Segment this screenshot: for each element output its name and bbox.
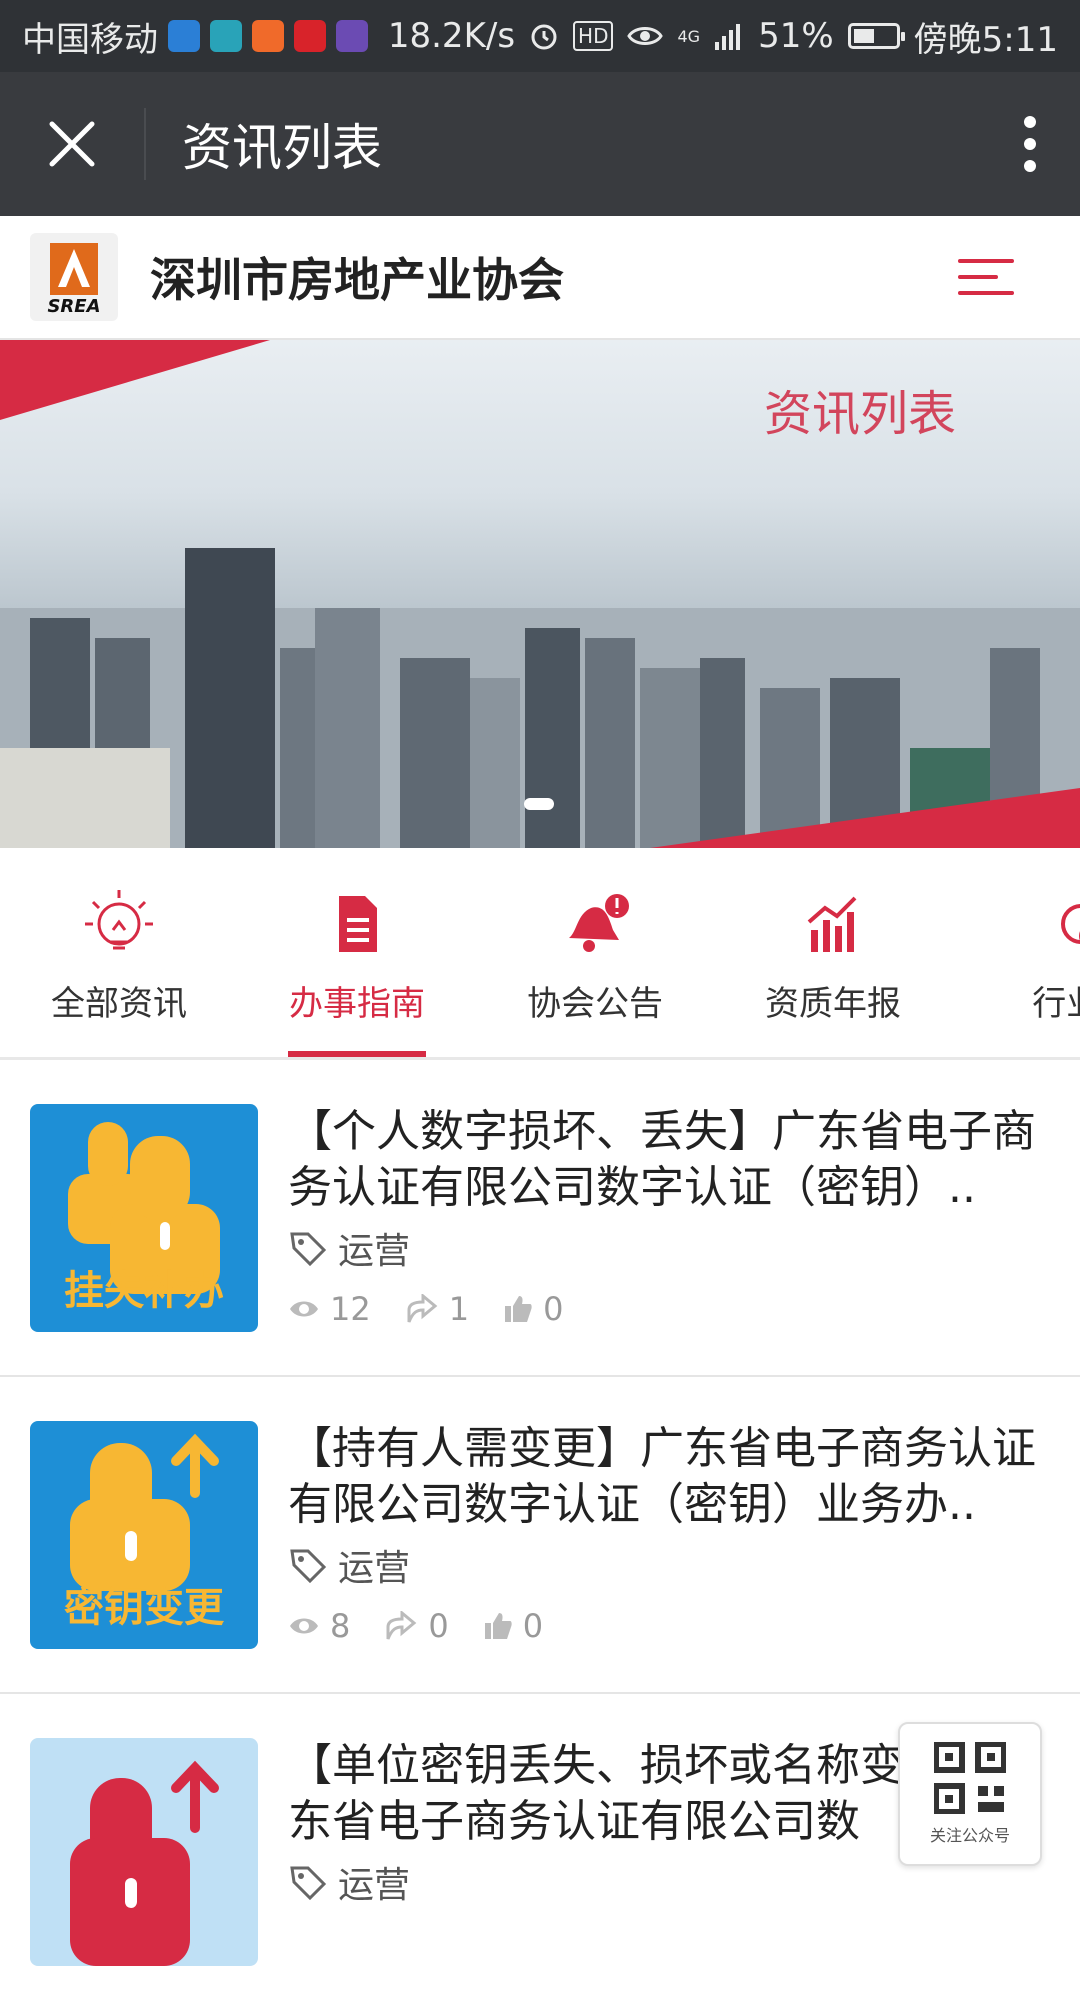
like-count: 0 bbox=[503, 1290, 563, 1328]
qr-code-icon bbox=[934, 1742, 1006, 1814]
signal-icon bbox=[715, 24, 741, 50]
article-tag[interactable]: 运营 bbox=[338, 1539, 410, 1591]
tab-label: 行业i bbox=[1032, 984, 1080, 1024]
site-header: SREA 深圳市房地产业协会 bbox=[0, 216, 1080, 340]
logo-mark bbox=[50, 243, 98, 295]
webview-title-bar: 资讯列表 bbox=[0, 72, 1080, 216]
article-thumbnail bbox=[30, 1738, 258, 1966]
follow-account-label: 关注公众号 bbox=[929, 1826, 1010, 1845]
follow-account-button[interactable]: 关注公众号 bbox=[898, 1722, 1042, 1866]
tmall-app-icon bbox=[294, 20, 326, 52]
tab-label: 办事指南 bbox=[289, 984, 425, 1024]
view-count: 8 bbox=[288, 1607, 350, 1645]
battery-icon bbox=[847, 23, 905, 49]
thumbnail-caption: 密钥变更 bbox=[64, 1585, 224, 1631]
like-count: 0 bbox=[483, 1607, 543, 1645]
article-tag[interactable]: 运营 bbox=[338, 1222, 410, 1274]
hamburger-menu-icon[interactable] bbox=[958, 257, 1014, 297]
site-logo[interactable]: SREA bbox=[30, 233, 118, 321]
lock-icon bbox=[70, 1760, 219, 1966]
category-tabs: 全部资讯 办事指南 协会公告 资质年报 行业i bbox=[0, 848, 1080, 1060]
shield-app-icon bbox=[168, 20, 200, 52]
eye-icon bbox=[627, 27, 664, 45]
close-icon bbox=[49, 121, 95, 167]
thumbnail-caption: 挂失补办 bbox=[64, 1268, 224, 1314]
eye-icon bbox=[290, 1301, 318, 1317]
more-dot bbox=[1024, 138, 1036, 150]
carousel-indicator[interactable] bbox=[524, 798, 554, 810]
thumbs-up-icon bbox=[505, 1296, 532, 1322]
share-icon bbox=[407, 1294, 438, 1323]
more-dot bbox=[1024, 160, 1036, 172]
more-options-button[interactable] bbox=[980, 72, 1080, 216]
eye-icon bbox=[290, 1618, 318, 1634]
article-tag[interactable]: 运营 bbox=[338, 1856, 410, 1908]
article-thumbnail: 挂失补办 bbox=[30, 1104, 258, 1332]
tab-label: 协会公告 bbox=[527, 984, 663, 1024]
alarm-icon bbox=[531, 24, 557, 50]
thumbs-up-icon bbox=[484, 1613, 512, 1639]
share-count: 1 bbox=[405, 1290, 469, 1328]
tab-announcements[interactable]: 协会公告 bbox=[476, 848, 714, 1057]
banner-corner-accent bbox=[0, 340, 270, 420]
network-type: 4G bbox=[677, 26, 701, 46]
tag-icon bbox=[290, 1232, 327, 1267]
battery-percent: 51% bbox=[758, 16, 834, 56]
view-count: 12 bbox=[288, 1290, 371, 1328]
network-speed: 18.2K/s bbox=[387, 16, 516, 56]
clock: 傍晚5:11 bbox=[913, 19, 1058, 60]
banner-title: 资讯列表 bbox=[763, 386, 956, 442]
tag-icon bbox=[290, 1549, 327, 1584]
chat-icon bbox=[1031, 884, 1080, 964]
article-title[interactable]: 【持有人需变更】广东省电子商务认证有限公司数字认证（密钥）业务办.. bbox=[288, 1421, 1050, 1533]
logo-text: SREA bbox=[47, 296, 101, 317]
article-list: 挂失补办 【个人数字损坏、丢失】广东省电子商务认证有限公司数字认证（密钥）.. … bbox=[0, 1060, 1080, 2011]
banner-corner-accent bbox=[650, 788, 1080, 848]
document-icon bbox=[317, 884, 397, 964]
bell-icon bbox=[555, 884, 635, 964]
share-count: 0 bbox=[384, 1607, 449, 1645]
title-divider bbox=[144, 108, 146, 180]
article-title[interactable]: 【个人数字损坏、丢失】广东省电子商务认证有限公司数字认证（密钥）.. bbox=[288, 1104, 1050, 1216]
share-icon bbox=[386, 1611, 417, 1640]
tab-label: 全部资讯 bbox=[51, 984, 187, 1024]
tag-icon bbox=[290, 1866, 327, 1901]
page-title: 资讯列表 bbox=[182, 119, 382, 177]
hd-badge: HD bbox=[573, 21, 614, 51]
site-name: 深圳市房地产业协会 bbox=[150, 253, 564, 307]
more-dot bbox=[1024, 116, 1036, 128]
article-thumbnail: 密钥变更 bbox=[30, 1421, 258, 1649]
lightbulb-icon bbox=[79, 884, 159, 964]
list-item[interactable]: 密钥变更 【持有人需变更】广东省电子商务认证有限公司数字认证（密钥）业务办.. … bbox=[0, 1377, 1080, 1694]
tab-annual-report[interactable]: 资质年报 bbox=[714, 848, 952, 1057]
video-app-icon bbox=[252, 20, 284, 52]
status-bar: 中国移动 18.2K/s HD 4G 51% 傍晚5:11 bbox=[0, 0, 1080, 72]
carrier-label: 中国移动 bbox=[22, 19, 158, 60]
list-item[interactable]: 挂失补办 【个人数字损坏、丢失】广东省电子商务认证有限公司数字认证（密钥）.. … bbox=[0, 1060, 1080, 1377]
bar-chart-icon bbox=[793, 884, 873, 964]
banner[interactable]: 资讯列表 bbox=[0, 340, 1080, 848]
book-app-icon bbox=[210, 20, 242, 52]
media-app-icon bbox=[336, 20, 368, 52]
tab-label: 资质年报 bbox=[765, 984, 901, 1024]
close-button[interactable] bbox=[0, 72, 144, 216]
tab-all-news[interactable]: 全部资讯 bbox=[0, 848, 238, 1057]
tab-industry[interactable]: 行业i bbox=[952, 848, 1080, 1057]
tab-guide[interactable]: 办事指南 bbox=[238, 848, 476, 1057]
